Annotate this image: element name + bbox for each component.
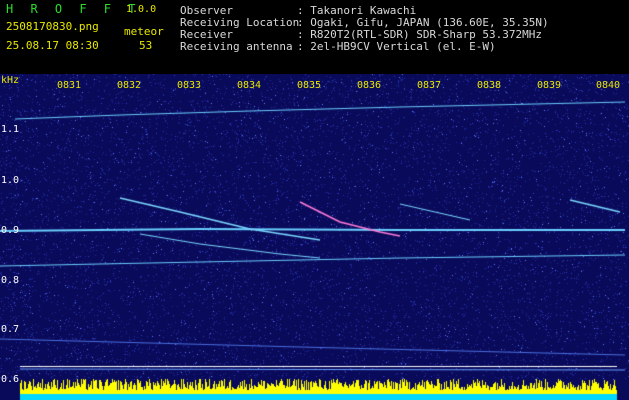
file-datetime: 25.08.17 08:30 [6,39,99,52]
info-value-antenna: : 2el-HB9CV Vertical (el. E-W) [297,40,496,53]
x-tick-label: 0835 [297,80,322,91]
x-tick-label: 0839 [537,80,562,91]
y-tick-label: 0.7 [1,324,20,335]
x-tick-label: 0832 [117,80,142,91]
x-tick-label: 0831 [57,80,82,91]
x-tick-label: 0837 [417,80,442,91]
x-tick-label: 0840 [596,80,621,91]
header-panel: H R O F F T 1.0.0 2508170830.png 25.08.1… [0,0,629,74]
counter-label: meteor [124,25,164,38]
app-name: H R O F F T [6,2,141,16]
info-key-antenna: Receiving antenna [180,40,293,53]
file-name: 2508170830.png [6,20,99,33]
y-tick-label: 1.1 [1,124,20,135]
counter-value: 53 [139,39,153,52]
y-axis-unit: kHz [1,75,20,86]
x-tick-label: 0838 [477,80,502,91]
y-tick-label: 1.0 [1,175,20,186]
x-tick-label: 0833 [177,80,202,91]
y-tick-label: 0.8 [1,275,20,286]
y-tick-label: 0.9 [1,225,20,236]
y-tick-label: 0.6 [1,374,20,385]
spectrogram-canvas[interactable] [0,74,629,400]
app-version: 1.0.0 [126,4,157,15]
x-tick-label: 0836 [357,80,382,91]
x-tick-label: 0834 [237,80,262,91]
